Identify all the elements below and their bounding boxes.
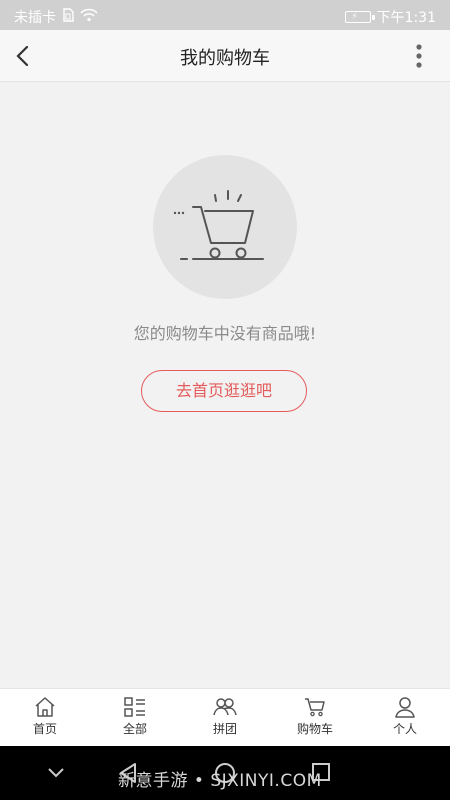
tab-cart[interactable]: 购物车 [270, 689, 360, 746]
more-vertical-icon [416, 44, 422, 68]
tab-profile-label: 个人 [392, 722, 417, 736]
cart-icon [305, 698, 325, 717]
empty-cart-icon [173, 190, 264, 260]
empty-cart-illustration [153, 155, 297, 299]
page-title: 我的购物车 [180, 48, 270, 69]
watermark-text: 新意手游 • SJXINYI.COM [118, 771, 322, 791]
status-left: 未插卡 [14, 7, 98, 27]
sim-icon [62, 8, 74, 26]
more-button[interactable] [414, 42, 424, 70]
status-right: ⚡ 下午1:31 [344, 7, 436, 27]
user-icon [395, 697, 415, 718]
chevron-down-icon[interactable] [46, 766, 66, 780]
tab-group-buy-label: 拼团 [212, 722, 237, 736]
wifi-icon [80, 8, 98, 26]
carrier-text: 未插卡 [14, 10, 56, 26]
battery-charging-icon: ⚡ [344, 11, 375, 23]
tab-all-label: 全部 [122, 722, 147, 736]
tab-cart-label: 购物车 [296, 722, 333, 736]
tab-home[interactable]: 首页 [0, 689, 90, 746]
status-bar: 未插卡 ⚡ 下午1:31 [0, 0, 450, 30]
tab-profile[interactable]: 个人 [360, 689, 450, 746]
tab-all[interactable]: 全部 [90, 689, 180, 746]
tab-group-buy[interactable]: 拼团 [180, 689, 270, 746]
category-list-icon [124, 697, 145, 717]
clock-text: 下午1:31 [376, 10, 436, 26]
group-buy-icon [213, 698, 237, 716]
tab-home-label: 首页 [32, 722, 57, 736]
navigation-bar: 我的购物车 [0, 30, 450, 82]
bottom-tab-bar: 首页 全部 拼团 购物车 个人 [0, 688, 450, 746]
home-icon [35, 697, 55, 717]
empty-cart-message: 您的购物车中没有商品哦! [133, 324, 317, 343]
go-home-button[interactable]: 去首页逛逛吧 [141, 370, 307, 412]
